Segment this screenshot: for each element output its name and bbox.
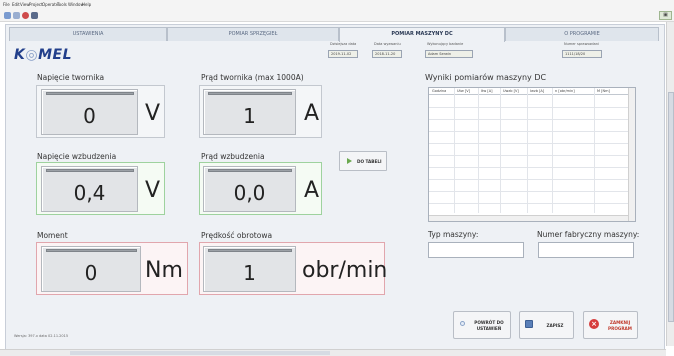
prad-wzbudzenia-label: Prąd wzbudzenia (201, 152, 265, 161)
moment-unit: Nm (145, 258, 183, 283)
napiecie-twornika-unit: V (145, 101, 161, 126)
menu-operate[interactable]: Operate (42, 2, 58, 7)
prad-twornika-value: 1 (243, 104, 256, 128)
date-label: Dzisiejsza data (330, 42, 357, 46)
predkosc-unit: obr/min (302, 258, 388, 283)
toolbar (0, 10, 674, 22)
moment-meter: 0 Nm (36, 242, 188, 295)
vi-icon[interactable]: ▣ (659, 11, 672, 20)
col-iwzb: Iwzb [A] (530, 89, 545, 93)
horizontal-scrollbar[interactable] (0, 349, 666, 356)
pause-icon[interactable] (31, 12, 38, 19)
test-date-label: Data wyzwaniu (374, 42, 401, 46)
vertical-scrollbar[interactable] (666, 22, 674, 346)
results-title: Wyniki pomiarów maszyny DC (425, 73, 547, 82)
prad-twornika-unit: A (304, 101, 320, 126)
napiecie-twornika-label: Napięcie twornika (37, 73, 105, 82)
typ-maszyny-label: Typ maszyny: (428, 230, 479, 239)
prad-twornika-meter: 1 A (199, 85, 322, 138)
numer-fabryczny-label: Numer fabryczny maszyny: (537, 230, 640, 239)
powrot-button[interactable]: POWRÓT DO USTAWIEŃ (453, 311, 511, 339)
save-icon (525, 320, 533, 328)
typ-maszyny-input[interactable] (428, 242, 524, 258)
arrow-right-icon (347, 158, 352, 164)
napiecie-twornika-meter: 0 V (36, 85, 165, 138)
prad-wzbudzenia-value: 0,0 (233, 181, 266, 205)
predkosc-meter: 1 obr/min (199, 242, 388, 295)
back-icon (460, 321, 465, 326)
abort-icon[interactable] (22, 12, 29, 19)
report-number-label: Numer sprawozdani (564, 42, 599, 46)
run-arrow-icon[interactable] (4, 12, 11, 19)
col-itw: Itw [A] (481, 89, 493, 93)
col-utw: Utw [V] (457, 89, 471, 93)
tab-ustawienia[interactable]: USTAWIENIA (9, 27, 167, 41)
results-table-hscroll[interactable] (429, 215, 628, 221)
col-m: M [Nm] (597, 89, 610, 93)
menu-file[interactable]: File (3, 2, 10, 7)
numer-fabryczny-input[interactable] (538, 242, 634, 258)
do-tabeli-button[interactable]: DO TABELI (339, 151, 387, 171)
menu-tools[interactable]: Tools (57, 2, 67, 7)
test-date-field: 2018-11-20 (372, 50, 402, 58)
zamknij-button[interactable]: × ZAMKNIJ PROGRAM (583, 311, 638, 339)
napiecie-twornika-value: 0 (83, 104, 96, 128)
run-continuous-icon[interactable] (13, 12, 20, 19)
napiecie-wzbudzenia-unit: V (145, 178, 161, 203)
tester-field: Adam Serwin (425, 50, 473, 58)
menu-bar: File Edit View Project Operate Tools Win… (0, 0, 674, 10)
menu-help[interactable]: Help (82, 2, 91, 7)
results-table-vscroll[interactable] (628, 88, 635, 221)
zapisz-button[interactable]: ZAPISZ (519, 311, 574, 339)
report-number-field: 1111/18/20 (562, 50, 602, 58)
napiecie-wzbudzenia-meter: 0,4 V (36, 162, 165, 215)
komel-logo: K◎MEL (14, 47, 72, 63)
napiecie-wzbudzenia-label: Napięcie wzbudzenia (37, 152, 117, 161)
prad-wzbudzenia-unit: A (304, 178, 320, 203)
napiecie-wzbudzenia-value: 0,4 (73, 181, 106, 205)
tester-label: Wykonujący badanie (427, 42, 464, 46)
menu-project[interactable]: Project (29, 2, 43, 7)
close-icon: × (589, 319, 599, 329)
col-n: n [obr/min] (555, 89, 575, 93)
predkosc-label: Prędkość obrotowa (201, 231, 273, 240)
version-text: Wersja: 397.x data 02.11.2015 (14, 334, 69, 338)
prad-wzbudzenia-meter: 0,0 A (199, 162, 322, 215)
tab-bar: USTAWIENIA POMIAR SPRZĘGIEŁ POMIAR MASZY… (9, 27, 659, 42)
moment-label: Moment (37, 231, 68, 240)
tab-o-programie[interactable]: O PROGRAMIE (505, 27, 659, 41)
date-field: 2019-11-02 (328, 50, 358, 58)
col-uwzb: Uwzb [V] (503, 89, 519, 93)
results-table[interactable]: Godzina Utw [V] Itw [A] Uwzb [V] Iwzb [A… (428, 87, 636, 222)
menu-edit[interactable]: Edit (12, 2, 20, 7)
results-table-header: Godzina Utw [V] Itw [A] Uwzb [V] Iwzb [A… (429, 88, 629, 95)
moment-value: 0 (84, 261, 98, 285)
tab-pomiar-sprzegiel[interactable]: POMIAR SPRZĘGIEŁ (167, 27, 339, 41)
prad-twornika-label: Prąd twornika (max 1000A) (201, 73, 304, 82)
predkosc-value: 1 (243, 261, 256, 285)
col-godzina: Godzina (432, 89, 447, 93)
tab-pomiar-maszyny-dc[interactable]: POMIAR MASZYNY DC (339, 27, 505, 42)
